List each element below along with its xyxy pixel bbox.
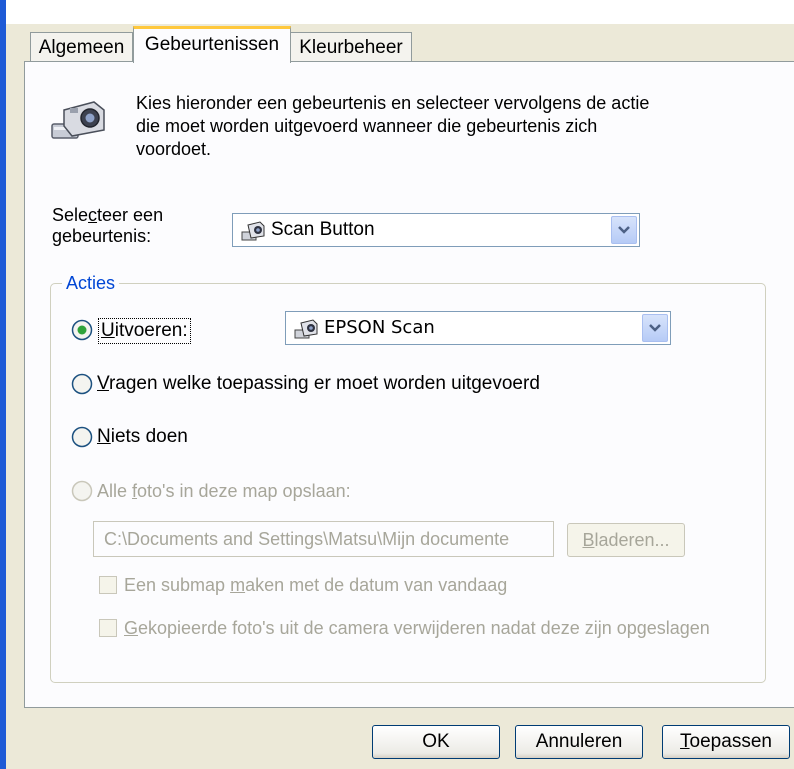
properties-dialog: Algemeen Gebeurtenissen Kleurbeheer Kies… (0, 0, 794, 769)
cancel-button[interactable]: Annuleren (515, 725, 643, 759)
do-nothing-radio-label[interactable]: Niets doen (97, 425, 188, 449)
event-select-label-line-2: gebeurtenis: (52, 226, 152, 246)
tab-events[interactable]: Gebeurtenissen (133, 26, 291, 63)
event-select-value: Scan Button (271, 219, 375, 240)
run-app-dropdown-button[interactable] (642, 314, 668, 342)
do-nothing-radio[interactable] (71, 426, 93, 448)
event-select-dropdown[interactable]: Scan Button (232, 213, 640, 247)
run-radio-label[interactable]: Uitvoeren: (98, 318, 191, 344)
window-left-border (0, 0, 6, 769)
ask-radio[interactable] (71, 373, 93, 395)
apply-button[interactable]: Toepassen (662, 725, 790, 759)
chevron-down-icon (649, 324, 661, 332)
run-radio[interactable] (71, 319, 93, 341)
save-folder-path-input[interactable]: C:\Documents and Settings\Matsu\Mijn doc… (93, 521, 554, 557)
tab-general[interactable]: Algemeen (30, 32, 133, 62)
delete-copied-photos-checkbox[interactable] (99, 619, 117, 637)
save-all-radio-label[interactable]: Alle foto's in deze map opslaan: (97, 479, 351, 503)
window-top-strip (6, 0, 794, 24)
save-all-radio[interactable] (71, 480, 93, 502)
intro-line-1: Kies hieronder een gebeurtenis en select… (136, 93, 650, 113)
camera-scanner-icon (51, 101, 105, 139)
event-select-dropdown-button[interactable] (611, 216, 637, 244)
create-subfolder-checkbox[interactable] (99, 576, 117, 594)
create-subfolder-label[interactable]: Een submap maken met de datum van vandaa… (124, 573, 507, 597)
intro-description: Kies hieronder een gebeurtenis en select… (136, 92, 736, 161)
event-select-label: Selecteer een gebeurtenis: (52, 205, 163, 247)
intro-line-3: voordoet. (136, 139, 212, 159)
run-app-value: EPSON Scan (324, 317, 435, 338)
tab-color-management[interactable]: Kleurbeheer (290, 32, 412, 62)
actions-group-title: Acties (62, 272, 120, 294)
event-select-label-line-1: Selecteer een (52, 205, 164, 225)
intro-line-2: die moet worden uitgevoerd wanneer die g… (136, 116, 598, 136)
browse-button[interactable]: Bladeren... (567, 523, 685, 557)
ask-radio-label[interactable]: Vragen welke toepassing er moet worden u… (97, 372, 540, 396)
scanner-icon (241, 221, 265, 241)
scanner-icon (294, 319, 318, 339)
ok-button[interactable]: OK (372, 725, 500, 759)
delete-copied-photos-label[interactable]: Gekopieerde foto's uit de camera verwijd… (124, 616, 710, 640)
chevron-down-icon (618, 226, 630, 234)
run-app-dropdown[interactable]: EPSON Scan (285, 311, 671, 345)
